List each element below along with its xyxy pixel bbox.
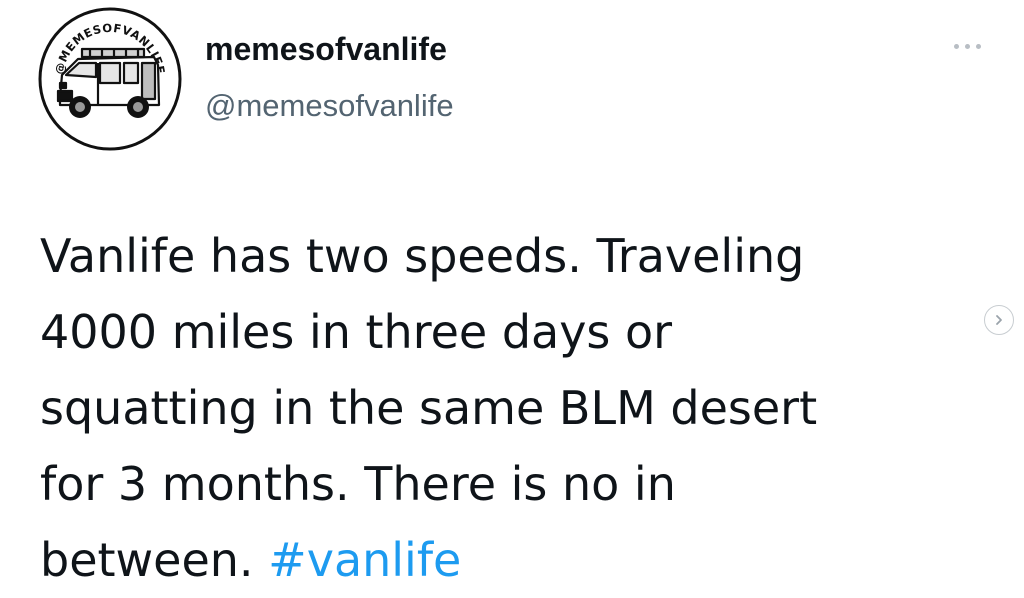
tweet-text: Vanlife has two speeds. Traveling 4000 m…: [40, 218, 960, 598]
user-handle[interactable]: @memesofvanlife: [205, 87, 454, 125]
tweet-text-line: 4000 miles in three days or: [40, 305, 673, 359]
tweet-text-line: Vanlife has two speeds. Traveling: [40, 229, 805, 283]
chevron-right-icon: [996, 315, 1002, 325]
avatar[interactable]: @MEMESOFVANLIFE: [38, 7, 182, 151]
more-horizontal-icon: [953, 43, 959, 49]
tweet-text-line: between.: [40, 533, 254, 587]
tweet-text-line-last: between. #vanlife: [40, 522, 960, 598]
van-logo-icon: @MEMESOFVANLIFE: [38, 7, 182, 151]
display-name[interactable]: memesofvanlife: [205, 30, 447, 68]
next-slide-button[interactable]: [984, 305, 1014, 335]
more-options-button[interactable]: [945, 36, 989, 56]
more-horizontal-icon-dot: [964, 43, 970, 49]
more-horizontal-icon-dot: [975, 43, 981, 49]
hashtag-link[interactable]: #vanlife: [268, 533, 461, 587]
tweet-text-line: squatting in the same BLM desert: [40, 381, 818, 435]
tweet-text-line: for 3 months. There is no in: [40, 457, 676, 511]
